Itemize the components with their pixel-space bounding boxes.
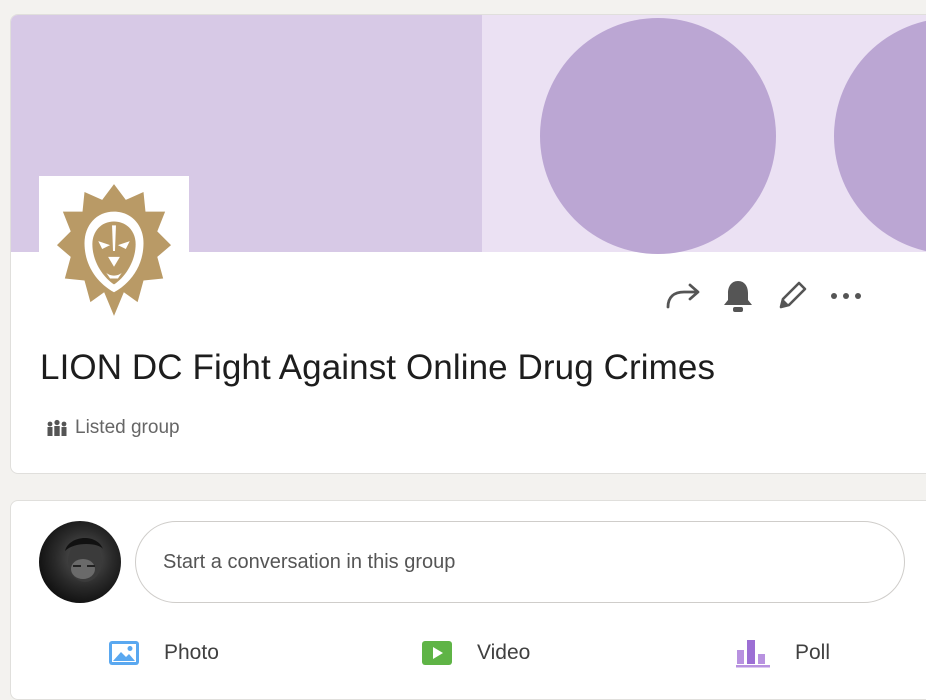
- share-button[interactable]: [663, 277, 705, 315]
- photo-label: Photo: [164, 641, 219, 664]
- user-avatar[interactable]: [39, 521, 121, 603]
- group-title: LION DC Fight Against Online Drug Crimes: [40, 348, 716, 387]
- more-icon: [831, 293, 861, 299]
- bell-icon: [724, 281, 752, 312]
- composer-card: Start a conversation in this group Photo…: [10, 500, 926, 700]
- cover-circle: [540, 18, 776, 254]
- group-actions: [651, 277, 867, 315]
- poll-label: Poll: [795, 641, 831, 664]
- pencil-icon: [779, 281, 807, 309]
- photo-icon: [109, 641, 139, 665]
- avatar-photo: [65, 537, 103, 582]
- group-visibility-label: Listed group: [75, 417, 180, 438]
- start-conversation-input[interactable]: Start a conversation in this group: [135, 521, 905, 603]
- photo-button[interactable]: Photo: [108, 633, 219, 673]
- poll-button[interactable]: Poll: [735, 633, 830, 673]
- more-options-button[interactable]: [825, 277, 867, 315]
- group-people-icon: [47, 419, 67, 436]
- composer-tools: Photo Video Poll: [11, 633, 926, 673]
- group-visibility: Listed group: [46, 417, 180, 439]
- group-logo[interactable]: [39, 176, 189, 326]
- video-button[interactable]: Video: [421, 633, 530, 673]
- video-icon: [422, 641, 452, 665]
- group-header-card: LION DC Fight Against Online Drug Crimes…: [10, 14, 926, 474]
- start-conversation-placeholder: Start a conversation in this group: [163, 550, 456, 573]
- video-label: Video: [477, 641, 531, 664]
- notifications-button[interactable]: [717, 277, 759, 315]
- lion-logo-icon: [56, 184, 172, 316]
- edit-button[interactable]: [771, 277, 813, 315]
- share-icon: [666, 283, 700, 309]
- poll-icon: [736, 640, 770, 668]
